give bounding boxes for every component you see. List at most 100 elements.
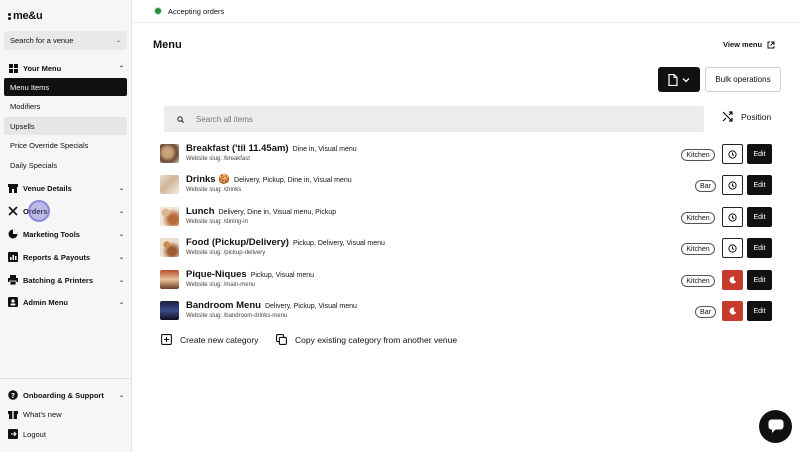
menu-tags: Delivery, Pickup, Dine in, Visual menu: [234, 177, 352, 184]
menu-slug: Website slug: /bandroom-drinks-menu: [186, 313, 288, 319]
clock-icon: [728, 149, 737, 159]
logo[interactable]: me&u: [8, 10, 43, 22]
chevron-down-icon: ⌄: [118, 185, 124, 192]
pie-chart-icon: [8, 229, 18, 239]
search-icon: [177, 115, 184, 123]
menu-row[interactable]: Bandroom Menu Delivery, Pickup, Visual me…: [160, 300, 772, 322]
file-icon: [668, 73, 678, 86]
chevron-down-icon: ⌄: [118, 277, 124, 284]
svg-text:?: ?: [11, 392, 15, 400]
status-bar: Accepting orders: [133, 0, 800, 23]
nav-venue-details[interactable]: Venue Details ⌄: [0, 178, 132, 198]
nav-logout[interactable]: Logout: [0, 424, 132, 444]
schedule-button[interactable]: [722, 270, 743, 290]
nav-venue-details-label: Venue Details: [23, 183, 72, 193]
chevron-down-icon: ⌄: [118, 299, 124, 306]
menu-name: Pique-Niques: [186, 269, 247, 280]
nav-batching-printers-label: Batching & Printers: [23, 275, 94, 285]
sidebar-divider: [0, 378, 132, 379]
sidebar-item-price-override-specials[interactable]: Price Override Specials: [4, 136, 127, 154]
venue-search-select[interactable]: Search for a venue ⌄: [4, 31, 127, 50]
search-input[interactable]: Search all items: [164, 106, 704, 132]
menu-row[interactable]: Breakfast ('til 11.45am) Dine in, Visual …: [160, 143, 772, 165]
logout-icon: [8, 429, 18, 439]
nav-batching-printers[interactable]: Batching & Printers ⌄: [0, 270, 132, 290]
menu-title: Pique-Niques Pickup, Visual menu: [186, 269, 314, 280]
create-category-button[interactable]: Create new category: [161, 334, 258, 345]
schedule-button[interactable]: [722, 238, 743, 258]
menu-tags: Pickup, Visual menu: [250, 272, 314, 279]
position-button[interactable]: Position: [722, 111, 771, 122]
station-badge: Kitchen: [681, 243, 715, 255]
view-menu-label: View menu: [723, 40, 763, 49]
chat-button[interactable]: [759, 410, 792, 443]
schedule-button[interactable]: [722, 175, 743, 195]
menu-tags: Pickup, Delivery, Visual menu: [292, 240, 385, 247]
view-menu-link[interactable]: View menu: [723, 40, 775, 49]
sidebar-item-modifiers[interactable]: Modifiers: [4, 97, 127, 115]
nav-admin-menu[interactable]: Admin Menu ⌄: [0, 292, 132, 312]
nav-marketing-tools-label: Marketing Tools: [23, 229, 80, 239]
menu-title: Breakfast ('til 11.45am) Dine in, Visual …: [186, 143, 357, 154]
menu-tags: Delivery, Dine in, Visual menu, Pickup: [218, 209, 337, 216]
copy-icon: [276, 334, 287, 345]
edit-button[interactable]: Edit: [747, 270, 772, 290]
schedule-button[interactable]: [722, 207, 743, 227]
admin-icon: [8, 297, 18, 307]
edit-button[interactable]: Edit: [747, 207, 772, 227]
menu-row[interactable]: Pique-Niques Pickup, Visual menu Website …: [160, 269, 772, 291]
nav-admin-menu-label: Admin Menu: [23, 297, 68, 307]
position-label: Position: [741, 111, 772, 122]
file-menu-button[interactable]: [658, 67, 700, 92]
nav-reports-payouts[interactable]: Reports & Payouts ⌄: [0, 247, 132, 267]
nav-logout-label: Logout: [23, 429, 46, 439]
menu-title: Bandroom Menu Delivery, Pickup, Visual me…: [186, 300, 357, 311]
moon-icon: [729, 276, 736, 284]
menu-slug: Website slug: /dining-in: [186, 219, 248, 225]
menu-slug: Website slug: /drinks: [186, 187, 242, 193]
create-category-label: Create new category: [180, 334, 259, 345]
nav-reports-payouts-label: Reports & Payouts: [23, 252, 91, 262]
nav-marketing-tools[interactable]: Marketing Tools ⌄: [0, 224, 132, 244]
menu-row[interactable]: Food (Pickup/Delivery) Pickup, Delivery, …: [160, 237, 772, 259]
plus-square-icon: [161, 334, 172, 345]
logo-text: me&u: [13, 10, 43, 22]
nav-whats-new[interactable]: What's new: [0, 404, 132, 424]
sidebar-item-menu-items[interactable]: Menu Items: [4, 78, 127, 96]
menu-tags: Delivery, Pickup, Visual menu: [264, 303, 357, 310]
nav-onboarding-support[interactable]: ? Onboarding & Support ⌄: [0, 385, 132, 405]
clock-icon: [728, 212, 737, 222]
menu-row[interactable]: Lunch Delivery, Dine in, Visual menu, Pic…: [160, 206, 772, 228]
schedule-button[interactable]: [722, 144, 743, 164]
edit-button[interactable]: Edit: [747, 144, 772, 164]
grid-icon: [8, 63, 18, 73]
page-title: Menu: [153, 39, 182, 51]
edit-button[interactable]: Edit: [747, 175, 772, 195]
menu-thumbnail: [160, 207, 179, 226]
bulk-operations-button[interactable]: Bulk operations: [705, 67, 781, 92]
menu-thumbnail: [160, 144, 179, 163]
help-icon: ?: [8, 390, 18, 400]
copy-category-button[interactable]: Copy existing category from another venu…: [276, 334, 457, 345]
clock-icon: [728, 243, 737, 253]
sidebar-item-upsells[interactable]: Upsells: [4, 117, 127, 135]
menu-name: Lunch: [186, 206, 215, 217]
menu-thumbnail: [160, 301, 179, 320]
nav-your-menu[interactable]: Your Menu ⌃: [0, 58, 132, 78]
schedule-button[interactable]: [722, 301, 743, 321]
edit-button[interactable]: Edit: [747, 238, 772, 258]
nav-orders[interactable]: Orders ⌄: [0, 201, 132, 221]
edit-button[interactable]: Edit: [747, 301, 772, 321]
search-placeholder: Search all items: [196, 114, 253, 124]
menu-row[interactable]: Drinks 🍪 Delivery, Pickup, Dine in, Visua…: [160, 174, 772, 196]
shuffle-icon: [722, 111, 733, 122]
nav-whats-new-label: What's new: [23, 409, 62, 419]
menu-thumbnail: [160, 270, 179, 289]
nav-onboarding-label: Onboarding & Support: [23, 390, 104, 400]
chevron-down-icon: ⌄: [118, 254, 124, 261]
menu-name: Food (Pickup/Delivery): [186, 237, 289, 248]
copy-category-label: Copy existing category from another venu…: [295, 334, 458, 345]
sidebar-item-daily-specials[interactable]: Daily Specials: [4, 156, 127, 174]
station-badge: Kitchen: [681, 212, 715, 224]
gift-icon: [8, 409, 18, 419]
